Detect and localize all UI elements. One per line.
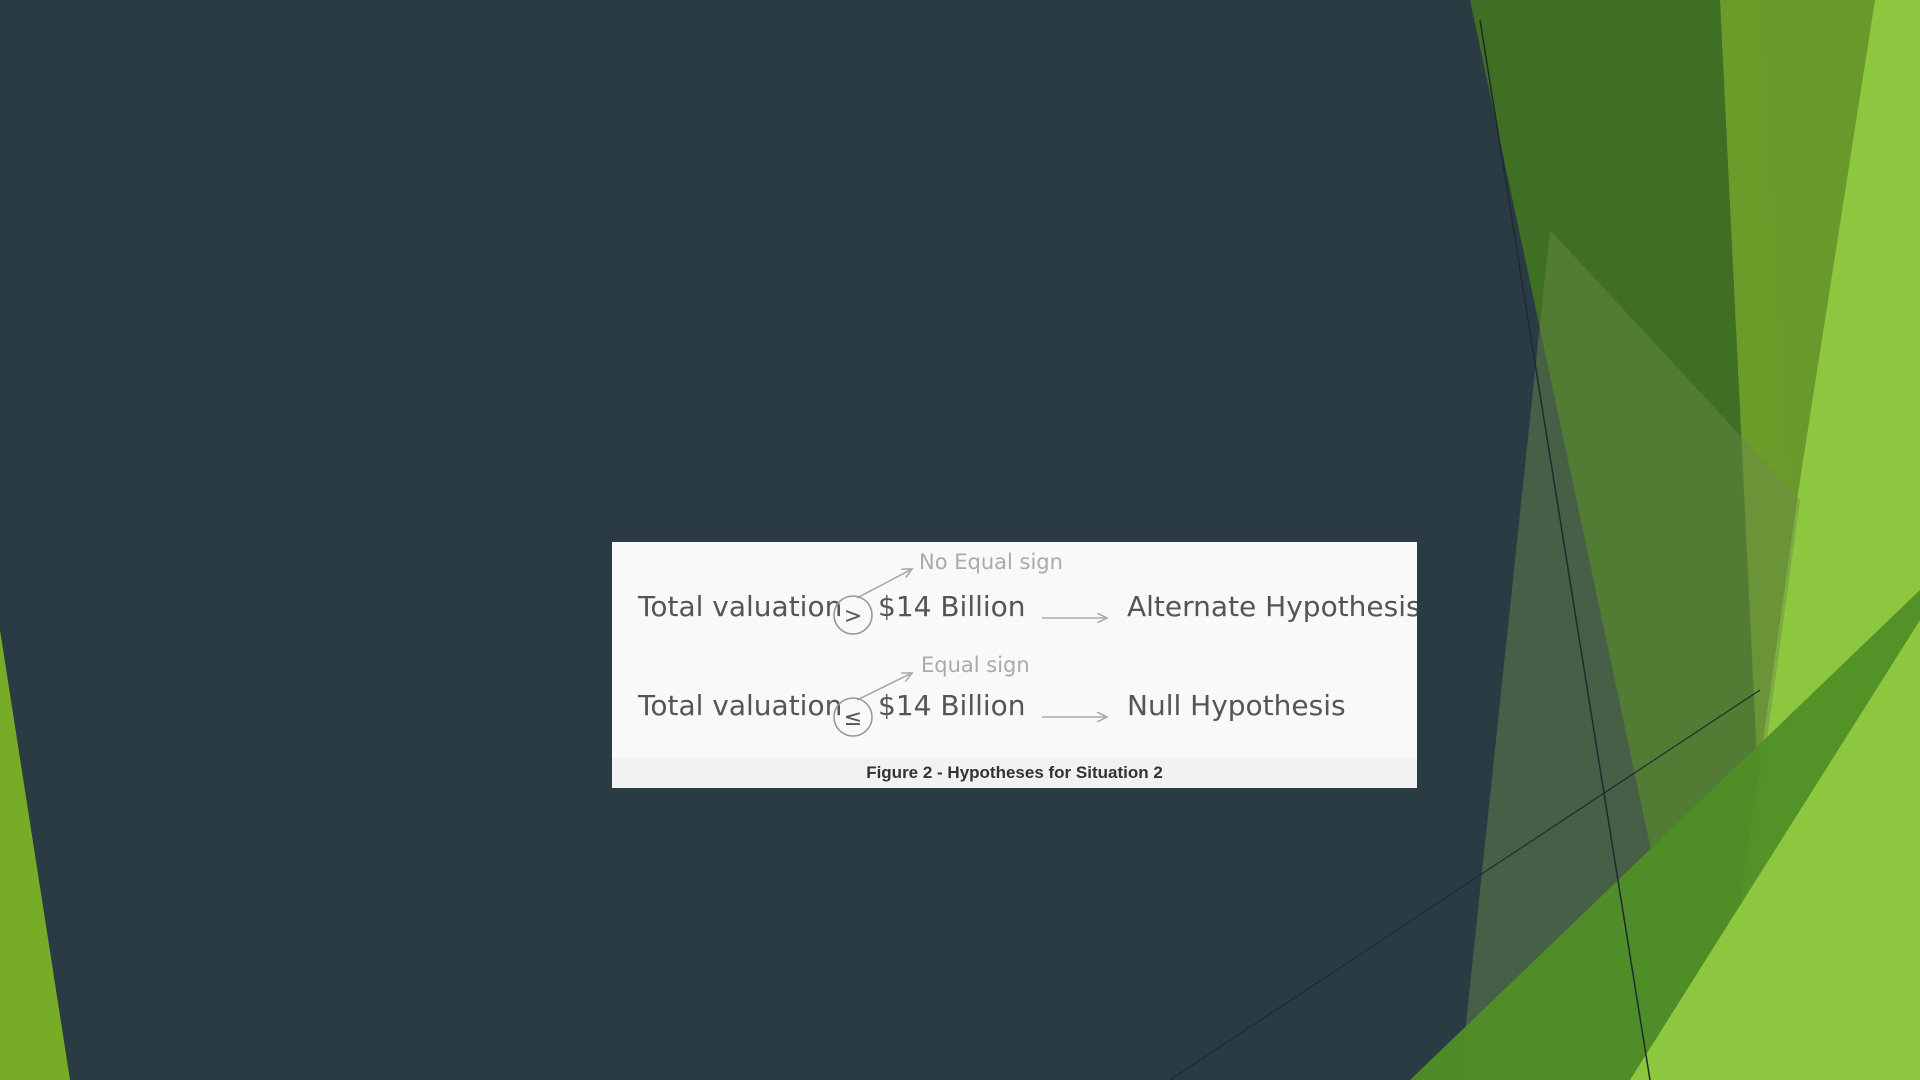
less-than-or-equal-symbol: ≤ — [844, 706, 862, 731]
hypotheses-figure: No Equal sign Total valuation > $14 Bill… — [612, 542, 1417, 788]
background-decoration — [0, 0, 1920, 1080]
slide: No Equal sign Total valuation > $14 Bill… — [0, 0, 1920, 1080]
row1-amount: $14 Billion — [878, 590, 1026, 623]
equal-sign-annotation: Equal sign — [921, 653, 1030, 677]
no-equal-sign-annotation: No Equal sign — [919, 550, 1063, 574]
left-green-shape — [0, 630, 70, 1080]
greater-than-symbol: > — [844, 604, 862, 629]
row2-result: Null Hypothesis — [1127, 689, 1346, 722]
row1-result: Alternate Hypothesis — [1127, 590, 1417, 623]
row2-amount: $14 Billion — [878, 689, 1026, 722]
row2-left-label: Total valuation — [637, 689, 842, 722]
row1-left-label: Total valuation — [637, 590, 842, 623]
figure-caption: Figure 2 - Hypotheses for Situation 2 — [612, 758, 1417, 788]
hypotheses-diagram: No Equal sign Total valuation > $14 Bill… — [637, 550, 1417, 737]
